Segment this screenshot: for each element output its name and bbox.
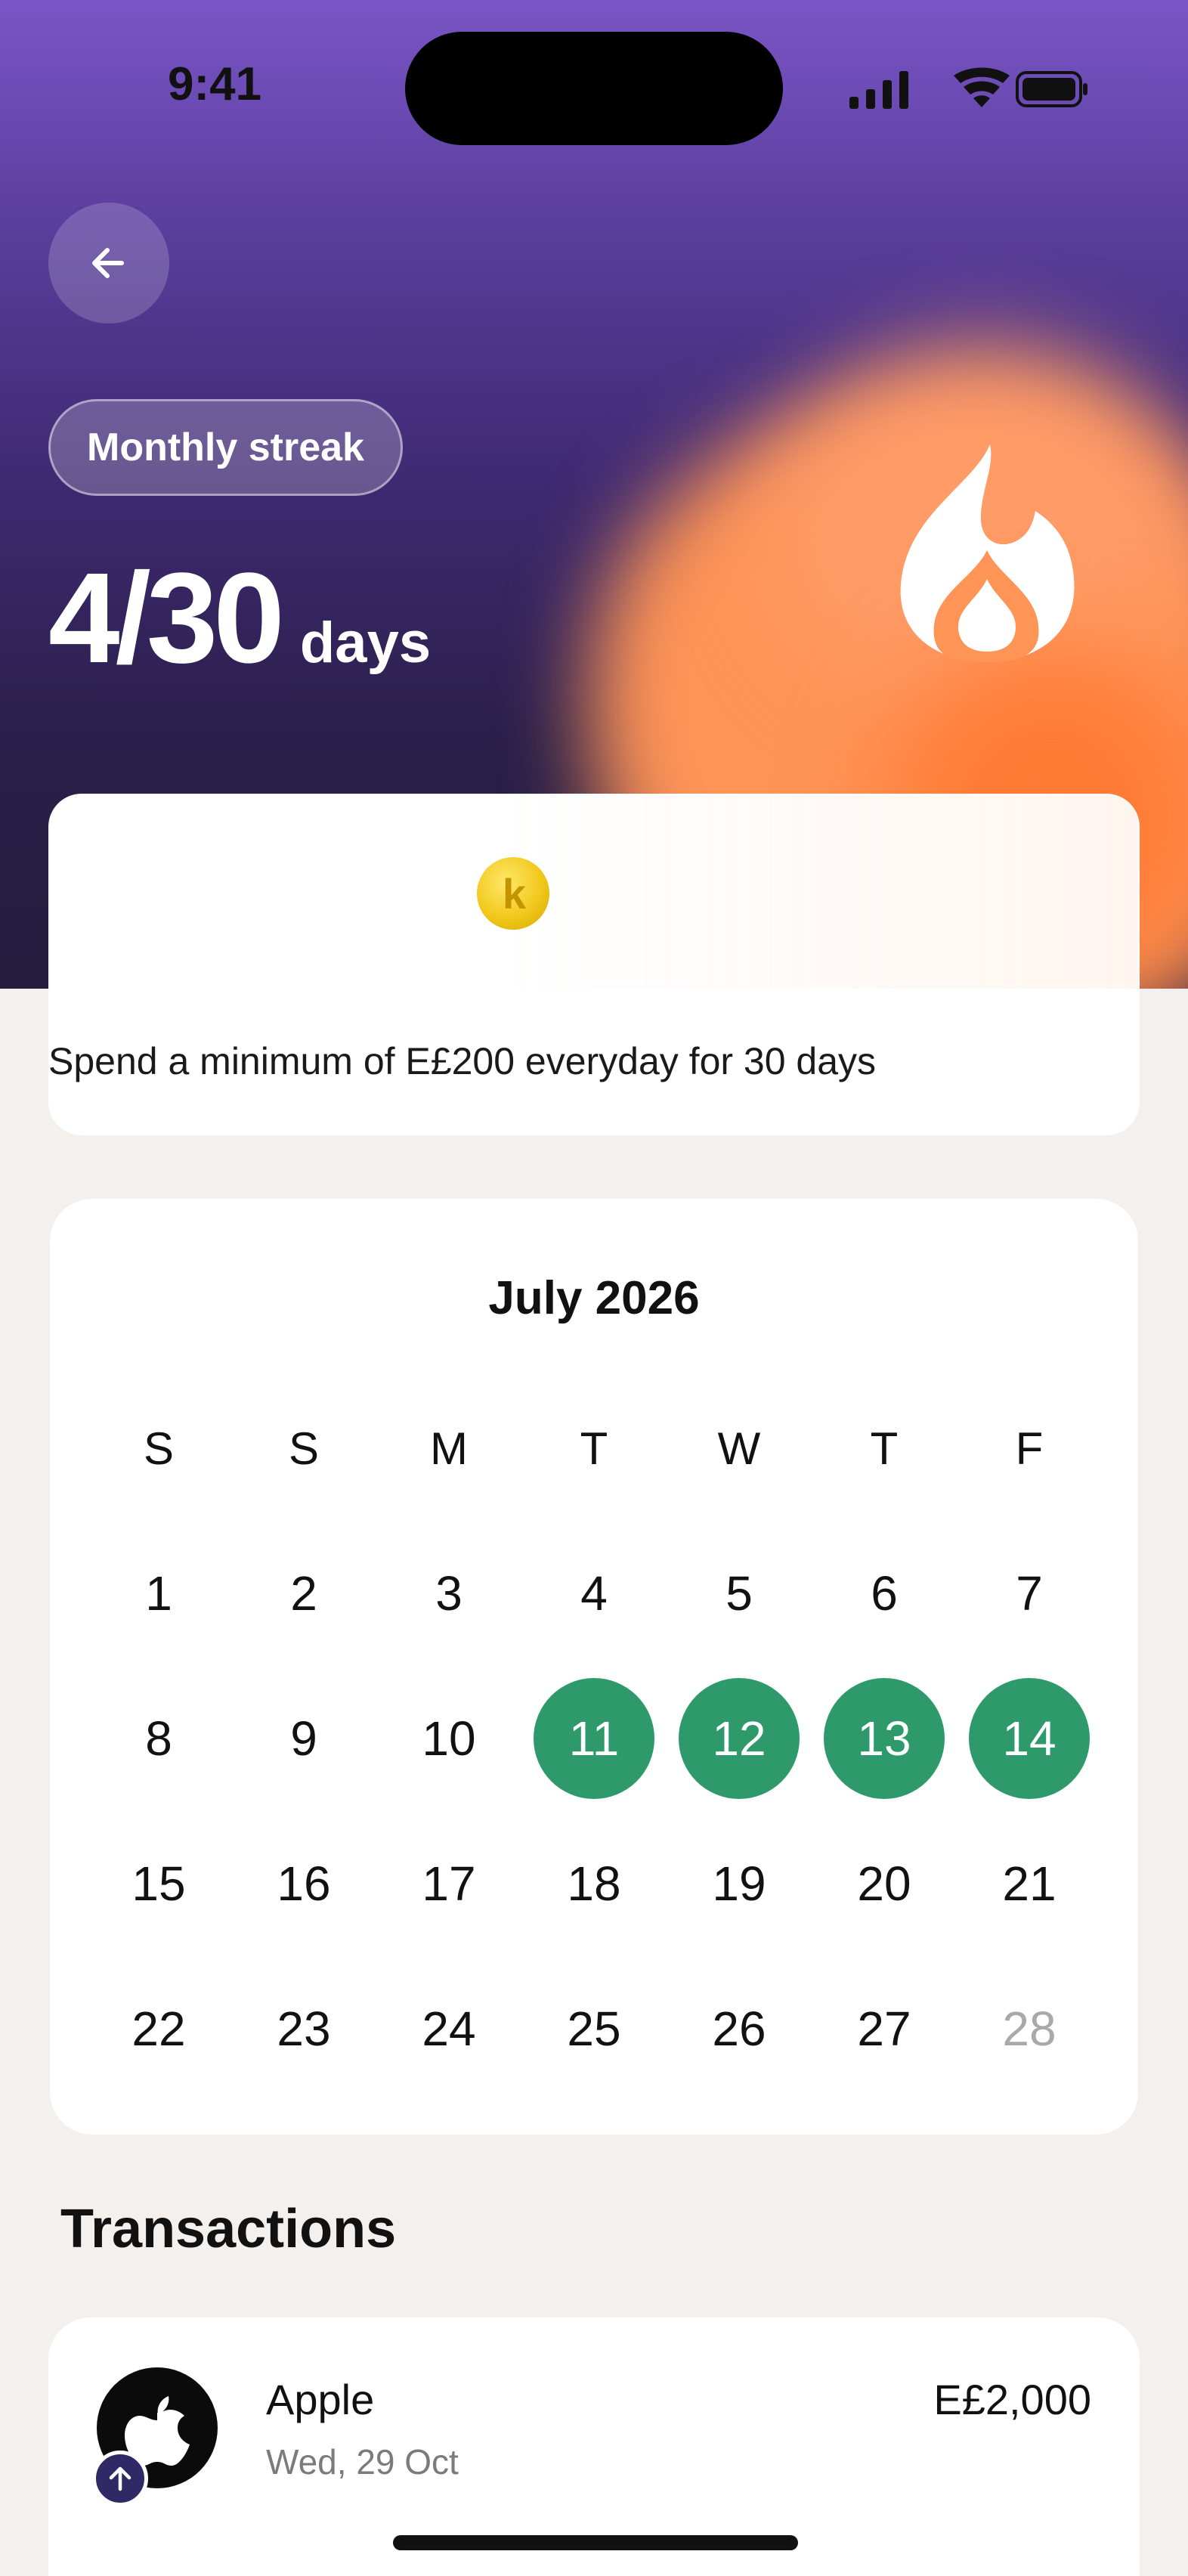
calendar-day[interactable]: 3 [388, 1533, 509, 1654]
streak-type-badge: Monthly streak [48, 399, 403, 496]
calendar-day[interactable]: 16 [243, 1823, 364, 1944]
calendar-day[interactable]: 10 [388, 1678, 509, 1799]
wifi-icon [954, 67, 1010, 107]
transaction-merchant: Apple [266, 2376, 375, 2423]
flame-icon [900, 444, 1075, 662]
dynamic-island [405, 32, 783, 145]
arrow-left-icon [92, 248, 124, 278]
streak-calendar: July 2026 S S M T W T F 1 2 3 4 5 6 7 8 9 10 11 12 13 14 15 16… [50, 1199, 1138, 2135]
battery-icon [1016, 71, 1087, 107]
signal-icon [849, 71, 908, 109]
status-time: 9:41 [168, 58, 262, 110]
weekday-label: M [430, 1423, 468, 1474]
calendar-day[interactable]: 28 [969, 1968, 1090, 2089]
calendar-day[interactable]: 9 [243, 1678, 364, 1799]
reward-amount-row: +200,000 k [101, 842, 550, 945]
transaction-date: Wed, 29 Oct [266, 2442, 459, 2482]
calendar-day[interactable]: 21 [969, 1823, 1090, 1944]
weekday-label: S [143, 1423, 175, 1474]
calendar-day[interactable]: 22 [98, 1968, 219, 2089]
calendar-day[interactable]: 27 [824, 1968, 945, 2089]
home-indicator [393, 2535, 798, 2550]
status-icons [849, 67, 1087, 109]
transaction-amount: E£2,000 [933, 2376, 1091, 2423]
transactions-heading: Transactions [60, 2199, 397, 2259]
calendar-day[interactable]: 15 [98, 1823, 219, 1944]
weekday-label: T [870, 1423, 899, 1474]
calendar-day[interactable]: 1 [98, 1533, 219, 1654]
weekday-label: F [1015, 1423, 1044, 1474]
calendar-grid: S S M T W T F 1 2 3 4 5 6 7 8 9 10 11 12 13 14 15 16 17 18 19 20 21… [50, 1199, 1138, 2135]
calendar-day[interactable]: 26 [679, 1968, 800, 2089]
calendar-day[interactable]: 8 [98, 1678, 219, 1799]
streak-type-label: Monthly streak [87, 426, 364, 469]
calendar-day[interactable]: 20 [824, 1823, 945, 1944]
weekday-label: T [580, 1423, 608, 1474]
reward-amount: +200,000 [101, 844, 465, 943]
calendar-day-completed[interactable]: 12 [679, 1678, 800, 1799]
calendar-day-completed[interactable]: 13 [824, 1678, 945, 1799]
calendar-day[interactable]: 5 [679, 1533, 800, 1654]
back-button[interactable] [48, 203, 169, 324]
calendar-day[interactable]: 18 [534, 1823, 654, 1944]
calendar-day[interactable]: 25 [534, 1968, 654, 2089]
reward-description: Spend a minimum of E£200 everyday for 30… [48, 1040, 877, 1082]
calendar-day[interactable]: 23 [243, 1968, 364, 2089]
reward-banner: +200,000 k [48, 794, 1140, 989]
calendar-day[interactable]: 4 [534, 1533, 654, 1654]
calendar-day[interactable]: 24 [388, 1968, 509, 2089]
weekday-label: S [288, 1423, 320, 1474]
arrow-up-icon [92, 2451, 148, 2506]
calendar-day[interactable]: 2 [243, 1533, 364, 1654]
calendar-day-completed[interactable]: 14 [969, 1678, 1090, 1799]
coin-letter: k [502, 869, 526, 918]
calendar-day-completed[interactable]: 11 [534, 1678, 654, 1799]
calendar-day[interactable]: 6 [824, 1533, 945, 1654]
calendar-day[interactable]: 19 [679, 1823, 800, 1944]
calendar-day[interactable]: 17 [388, 1823, 509, 1944]
arrow-up-glyph [109, 2466, 131, 2491]
weekday-label: W [717, 1423, 761, 1474]
coin-icon: k [477, 857, 550, 930]
streak-count: 4/30 [48, 546, 285, 690]
streak-unit: days [299, 611, 432, 675]
calendar-day[interactable]: 7 [969, 1533, 1090, 1654]
streak-progress: 4/30 days [48, 544, 431, 692]
